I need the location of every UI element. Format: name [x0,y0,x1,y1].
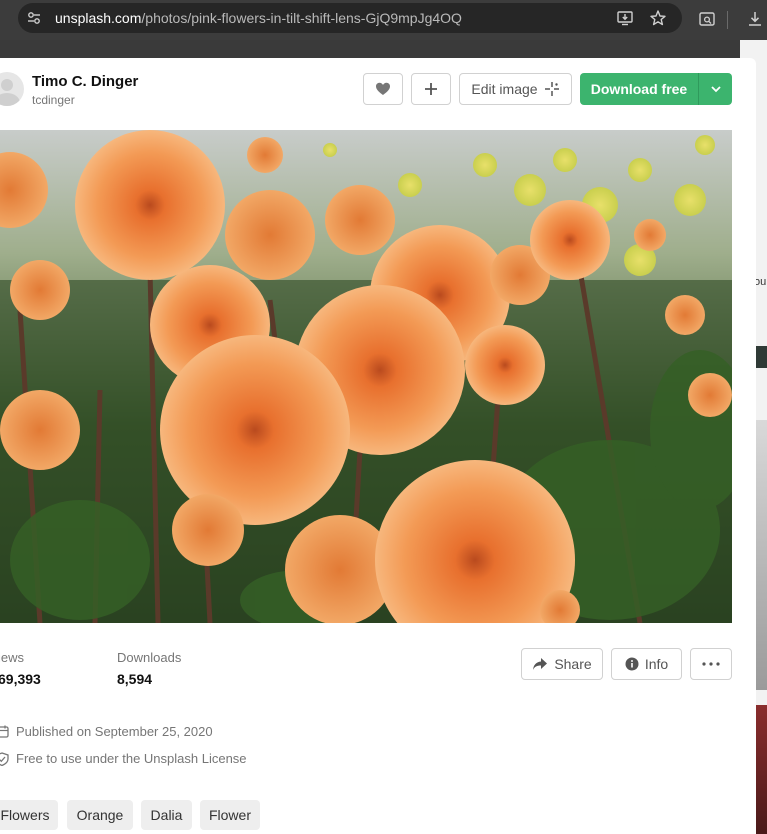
ellipsis-icon [702,662,720,666]
like-button[interactable] [363,73,403,105]
downloads-label: Downloads [117,650,182,665]
edit-image-button[interactable]: Edit image [459,73,572,105]
tag-orange[interactable]: Orange [67,800,133,830]
main-photo[interactable] [0,130,732,623]
url-text[interactable]: unsplash.com/photos/pink-flowers-in-tilt… [55,10,462,26]
plus-icon [425,83,437,95]
chevron-down-icon [710,86,721,93]
info-button[interactable]: Info [611,648,682,680]
address-bar[interactable]: unsplash.com/photos/pink-flowers-in-tilt… [18,3,682,33]
photo-modal: Timo C. Dinger tcdinger Edit image Downl… [0,58,756,834]
share-arrow-icon [533,658,548,670]
views-value: 69,393 [0,671,41,687]
heart-icon [376,82,390,95]
author-handle[interactable]: tcdinger [32,93,75,107]
published-date: Published on September 25, 2020 [16,724,213,739]
author-name[interactable]: Timo C. Dinger [32,73,138,90]
published-row: Published on September 25, 2020 [0,724,213,739]
sparkle-icon [544,82,559,96]
download-button-group: Download free [580,73,732,105]
info-circle-icon [625,657,639,671]
bookmark-star-icon[interactable] [649,9,667,27]
share-button[interactable]: Share [521,648,603,680]
toolbar-divider [727,11,728,29]
tag-dalia[interactable]: Dalia [141,800,192,830]
avatar[interactable] [0,72,24,106]
downloads-icon[interactable] [746,10,764,28]
more-actions-button[interactable] [690,648,732,680]
install-app-icon[interactable] [616,9,634,27]
site-settings-icon[interactable] [26,10,42,26]
tag-flowers[interactable]: Flowers [0,800,58,830]
download-options-button[interactable] [699,73,732,105]
share-label: Share [554,656,592,672]
browser-toolbar: unsplash.com/photos/pink-flowers-in-tilt… [0,0,767,40]
add-to-collection-button[interactable] [411,73,451,105]
downloads-value: 8,594 [117,671,153,687]
url-path: /photos/pink-flowers-in-tilt-shift-lens-… [141,10,462,26]
tab-search-icon[interactable] [698,10,716,28]
calendar-icon [0,725,9,738]
license-row: Free to use under the Unsplash License [0,751,247,766]
tag-flower[interactable]: Flower [200,800,260,830]
info-label: Info [644,656,669,672]
url-host: unsplash.com [55,10,142,26]
license-text[interactable]: Free to use under the Unsplash License [16,751,247,766]
edit-image-label: Edit image [471,81,538,97]
download-button[interactable]: Download free [580,73,698,105]
shield-check-icon [0,751,9,766]
views-label: iews [0,650,25,665]
